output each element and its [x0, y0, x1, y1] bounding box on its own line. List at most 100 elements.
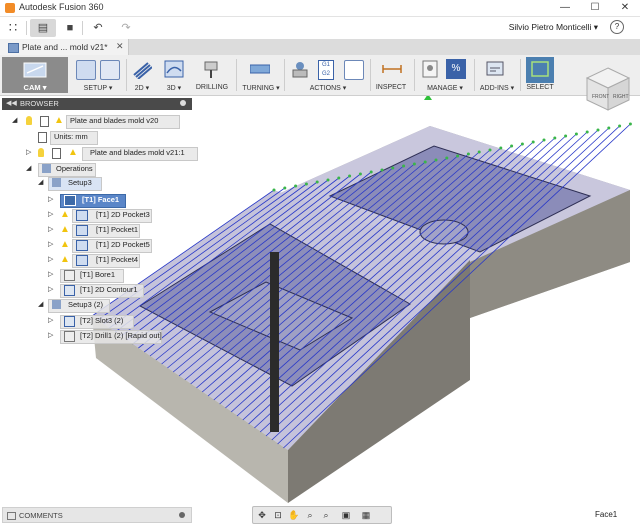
- title-bar: Autodesk Fusion 360 — ☐ ✕: [0, 0, 640, 17]
- setup-icon: [52, 300, 61, 309]
- 3d-menu[interactable]: 3D ▾: [160, 84, 188, 92]
- minimize-button[interactable]: —: [550, 0, 580, 16]
- grid-menu-icon[interactable]: ∷: [4, 19, 22, 37]
- maximize-button[interactable]: ☐: [580, 0, 610, 16]
- tree-item-label: [T1] Pocket4: [96, 255, 139, 264]
- entry-point: [272, 188, 276, 192]
- document-icon: [38, 132, 47, 143]
- zoom-icon[interactable]: ⌕: [303, 509, 317, 521]
- select-menu[interactable]: SELECT: [522, 84, 558, 91]
- scripts-addins-icon[interactable]: [486, 60, 504, 78]
- entry-point: [369, 170, 373, 174]
- drilling-icon[interactable]: [202, 59, 222, 79]
- warning-icon: ▲: [68, 147, 78, 158]
- user-account-menu[interactable]: Silvio Pietro Monticelli ▾: [509, 22, 598, 33]
- redo-icon[interactable]: ↷: [118, 19, 134, 37]
- help-icon[interactable]: ?: [610, 20, 624, 34]
- document-tab-bar: Plate and ... mold v21* ✕: [0, 39, 640, 55]
- zoom-window-icon[interactable]: ⌕: [319, 509, 333, 521]
- tree-item-label: [T1] Pocket1: [96, 225, 139, 234]
- close-tab-icon[interactable]: ✕: [116, 41, 124, 52]
- face-operation-icon: [64, 195, 76, 206]
- navigation-bar: ✥ ⊡ ✋ ⌕ ⌕ ▣ ▦: [252, 506, 392, 524]
- document-tab[interactable]: Plate and ... mold v21* ✕: [0, 39, 129, 55]
- entry-point: [585, 130, 589, 134]
- entry-point: [607, 126, 611, 130]
- 2d-menu[interactable]: 2D ▾: [128, 84, 156, 92]
- browser-panel-header[interactable]: ◀◀ BROWSER: [2, 98, 192, 110]
- look-at-icon[interactable]: ⊡: [271, 509, 285, 521]
- warning-icon: ▲: [54, 115, 64, 126]
- pan-icon[interactable]: ✋: [287, 509, 301, 521]
- entry-point: [445, 156, 449, 160]
- actions-menu[interactable]: ACTIONS ▾: [300, 84, 356, 92]
- setup-icon: [52, 178, 61, 187]
- 2d-milling-icon[interactable]: [132, 59, 152, 79]
- viewcube-right-label: RIGHT: [613, 94, 629, 100]
- visibility-bulb-icon[interactable]: [26, 116, 32, 125]
- entry-point: [499, 146, 503, 150]
- warning-icon: ▲: [60, 224, 70, 235]
- warning-icon: ▲: [60, 209, 70, 220]
- setup-icon[interactable]: [76, 60, 96, 80]
- warning-icon: ▲: [60, 254, 70, 265]
- fusion-logo-icon: [5, 3, 15, 13]
- view-cube[interactable]: FRONT RIGHT: [583, 64, 633, 114]
- post-process-icon[interactable]: G1 G2: [318, 60, 334, 80]
- orbit-icon[interactable]: ✥: [255, 509, 269, 521]
- workspace-switcher[interactable]: CAM ▾: [2, 57, 68, 93]
- setup-sheet-list-icon[interactable]: [344, 60, 364, 80]
- 3d-milling-icon[interactable]: [164, 59, 184, 79]
- collapse-browser-icon[interactable]: ◀◀: [6, 99, 17, 107]
- select-icon[interactable]: [526, 57, 554, 83]
- turning-icon[interactable]: [250, 61, 270, 77]
- drill-operation-icon: [64, 331, 75, 342]
- divider: [126, 59, 127, 91]
- divider: [82, 21, 83, 35]
- entry-point: [618, 124, 622, 128]
- undo-icon[interactable]: ↶: [90, 19, 106, 37]
- slot-operation-icon: [64, 316, 75, 327]
- entry-point: [542, 138, 546, 142]
- inspect-menu[interactable]: INSPECT: [372, 84, 410, 91]
- pocket-operation-icon: [76, 225, 88, 236]
- comments-pin-icon[interactable]: [179, 512, 185, 518]
- entry-point: [477, 150, 481, 154]
- bore-operation-icon: [64, 270, 75, 281]
- browser-tree: ◢ ▲ Plate and blades mold v20 Units: mm …: [0, 110, 200, 350]
- turning-menu[interactable]: TURNING ▾: [240, 84, 282, 92]
- simulate-icon[interactable]: [290, 59, 310, 79]
- tree-item-label: [T1] 2D Contour1: [80, 285, 138, 294]
- save-icon[interactable]: ■: [62, 19, 78, 37]
- comments-icon: [7, 512, 16, 520]
- tool-library-icon[interactable]: [420, 59, 440, 79]
- comments-panel[interactable]: COMMENTS: [2, 507, 192, 523]
- browser-pin-icon[interactable]: [180, 100, 186, 106]
- setup-menu[interactable]: SETUP ▾: [76, 84, 120, 92]
- entry-point: [488, 148, 492, 152]
- tree-item-label: Plate and blades mold v20: [70, 116, 159, 125]
- file-menu-icon[interactable]: ▤: [30, 19, 56, 37]
- quick-access-toolbar: ∷ ▤ ■ ↶ ↷ Silvio Pietro Monticelli ▾ ?: [0, 17, 640, 39]
- grid-settings-icon[interactable]: ▦: [359, 509, 373, 521]
- tree-item-label: Setup3: [68, 178, 92, 187]
- entry-point: [510, 144, 514, 148]
- drilling-menu[interactable]: DRILLING: [194, 84, 230, 91]
- close-window-button[interactable]: ✕: [610, 0, 640, 16]
- pocket-operation-icon: [76, 240, 88, 251]
- entry-point: [531, 140, 535, 144]
- browser-title: BROWSER: [20, 99, 59, 108]
- entry-point: [294, 184, 298, 188]
- entry-point: [553, 136, 557, 140]
- workspace-label: CAM ▾: [23, 83, 47, 92]
- manage-menu[interactable]: MANAGE ▾: [420, 84, 470, 92]
- addins-menu[interactable]: ADD-INS ▾: [476, 84, 518, 92]
- measure-icon[interactable]: [382, 61, 402, 77]
- setup-sheet-icon[interactable]: [100, 60, 120, 80]
- templates-icon[interactable]: %: [446, 59, 466, 79]
- g2-label: G2: [321, 71, 330, 77]
- cutting-tool: [270, 252, 279, 432]
- display-settings-icon[interactable]: ▣: [339, 509, 353, 521]
- visibility-bulb-icon[interactable]: [38, 148, 44, 157]
- entry-point: [423, 160, 427, 164]
